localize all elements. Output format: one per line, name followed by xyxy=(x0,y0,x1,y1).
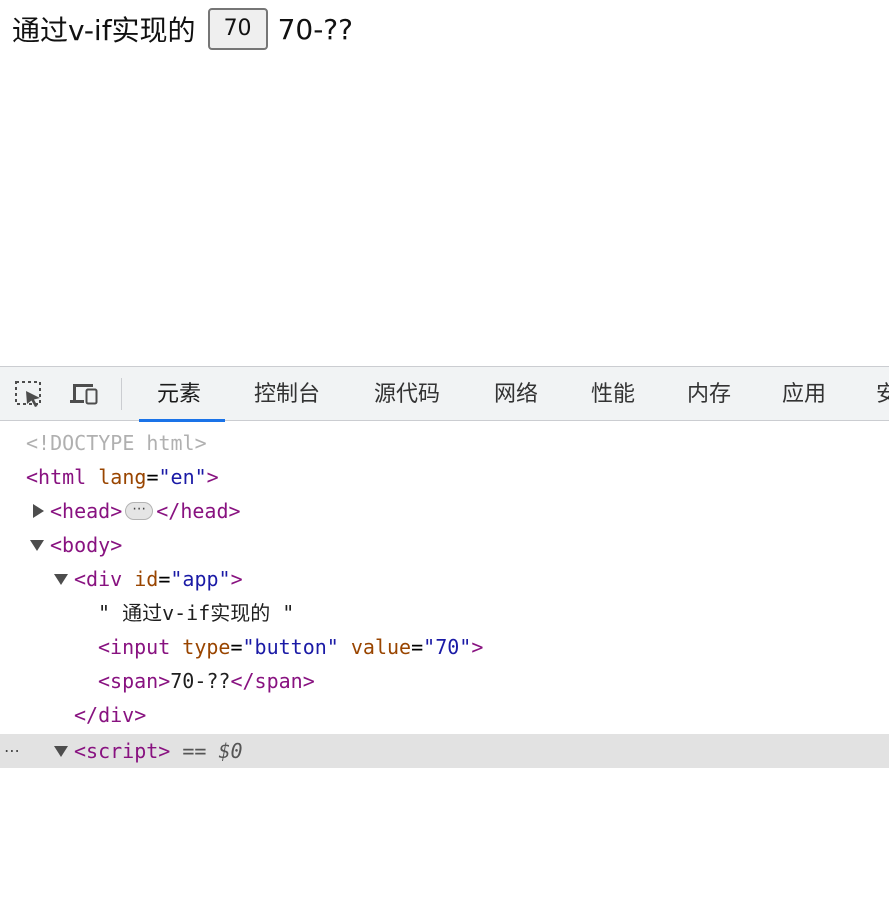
span-text-node: 70-?? xyxy=(170,669,231,693)
tab-performance[interactable]: 性能 xyxy=(591,367,635,421)
tree-row-doctype[interactable]: <!DOCTYPE html> xyxy=(0,426,889,460)
html-lang-attr: lang xyxy=(98,465,147,489)
tree-row-head[interactable]: <head> ⋯ </head> xyxy=(0,494,889,528)
devtools-panel: 元素 控制台 源代码 网络 性能 内存 应用 安 <!DOCTYPE html>… xyxy=(0,366,889,768)
device-toolbar-icon[interactable] xyxy=(68,379,100,409)
input-type-attr: type xyxy=(182,635,231,659)
input-close-bracket: > xyxy=(471,635,484,659)
body-open-tag: <body> xyxy=(50,533,123,557)
span-close-tag: </span> xyxy=(230,669,315,693)
tree-row-html[interactable]: <html lang="en"> xyxy=(0,460,889,494)
tree-row-script-selected[interactable]: ⋯ <script> == $0 xyxy=(0,734,889,768)
span-open-tag: <span> xyxy=(98,669,171,693)
input-open-tag: <input xyxy=(98,635,171,659)
devtools-toolbar: 元素 控制台 源代码 网络 性能 内存 应用 安 xyxy=(0,367,889,422)
tree-row-body[interactable]: <body> xyxy=(0,528,889,562)
value-button[interactable] xyxy=(207,8,268,50)
div-id-value: "app" xyxy=(170,567,231,591)
div-close-bracket: > xyxy=(230,567,243,591)
collapse-triangle-icon[interactable] xyxy=(30,540,44,551)
div-open-tag: <div xyxy=(74,567,123,591)
page-span: 70-?? xyxy=(277,12,354,46)
collapse-triangle-icon[interactable] xyxy=(54,746,68,757)
app-root: 通过v-if实现的 70-?? xyxy=(12,8,353,50)
input-value-attr: value xyxy=(350,635,412,659)
tab-memory[interactable]: 内存 xyxy=(687,367,731,421)
selected-node-marker: == $0 xyxy=(182,739,243,763)
head-open-tag: <head> xyxy=(50,499,123,523)
div-end-tag: </div> xyxy=(74,703,147,727)
collapse-triangle-icon[interactable] xyxy=(54,574,68,585)
dom-tree: <!DOCTYPE html> <html lang="en"> <head> ⋯… xyxy=(0,422,889,769)
collapsed-ellipsis-icon[interactable]: ⋯ xyxy=(125,501,154,520)
tab-console[interactable]: 控制台 xyxy=(254,367,320,421)
tree-row-text-node[interactable]: " 通过v-if实现的 " xyxy=(0,596,889,630)
head-close-tag: </head> xyxy=(156,499,241,523)
tab-security[interactable]: 安 xyxy=(876,367,889,421)
script-open-tag: <script> xyxy=(74,739,171,763)
tree-row-input[interactable]: <input type="button" value="70"> xyxy=(0,630,889,664)
tab-elements[interactable]: 元素 xyxy=(138,367,226,422)
tab-network[interactable]: 网络 xyxy=(494,367,538,421)
tree-row-span[interactable]: <span>70-??</span> xyxy=(0,664,889,698)
page-viewport: 通过v-if实现的 70-?? xyxy=(0,0,889,366)
text-node: " 通过v-if实现的 " xyxy=(98,601,295,625)
tree-row-div-close[interactable]: </div> xyxy=(0,698,889,732)
html-open-tag: <html xyxy=(26,465,87,489)
element-picker-icon[interactable] xyxy=(13,379,45,409)
input-type-value: "button" xyxy=(242,635,339,659)
doctype-text: <!DOCTYPE html> xyxy=(26,431,207,455)
tree-row-div-app[interactable]: <div id="app"> xyxy=(0,562,889,596)
div-id-attr: id xyxy=(134,567,159,591)
tab-application[interactable]: 应用 xyxy=(782,367,826,421)
html-close-bracket: > xyxy=(206,465,219,489)
html-lang-value: "en" xyxy=(158,465,207,489)
toolbar-separator xyxy=(121,378,122,410)
tab-sources[interactable]: 源代码 xyxy=(374,367,440,421)
more-options-icon[interactable]: ⋯ xyxy=(4,734,21,768)
page-text: 通过v-if实现的 xyxy=(12,14,196,47)
input-value-value: "70" xyxy=(423,635,472,659)
expand-triangle-icon[interactable] xyxy=(33,504,44,518)
